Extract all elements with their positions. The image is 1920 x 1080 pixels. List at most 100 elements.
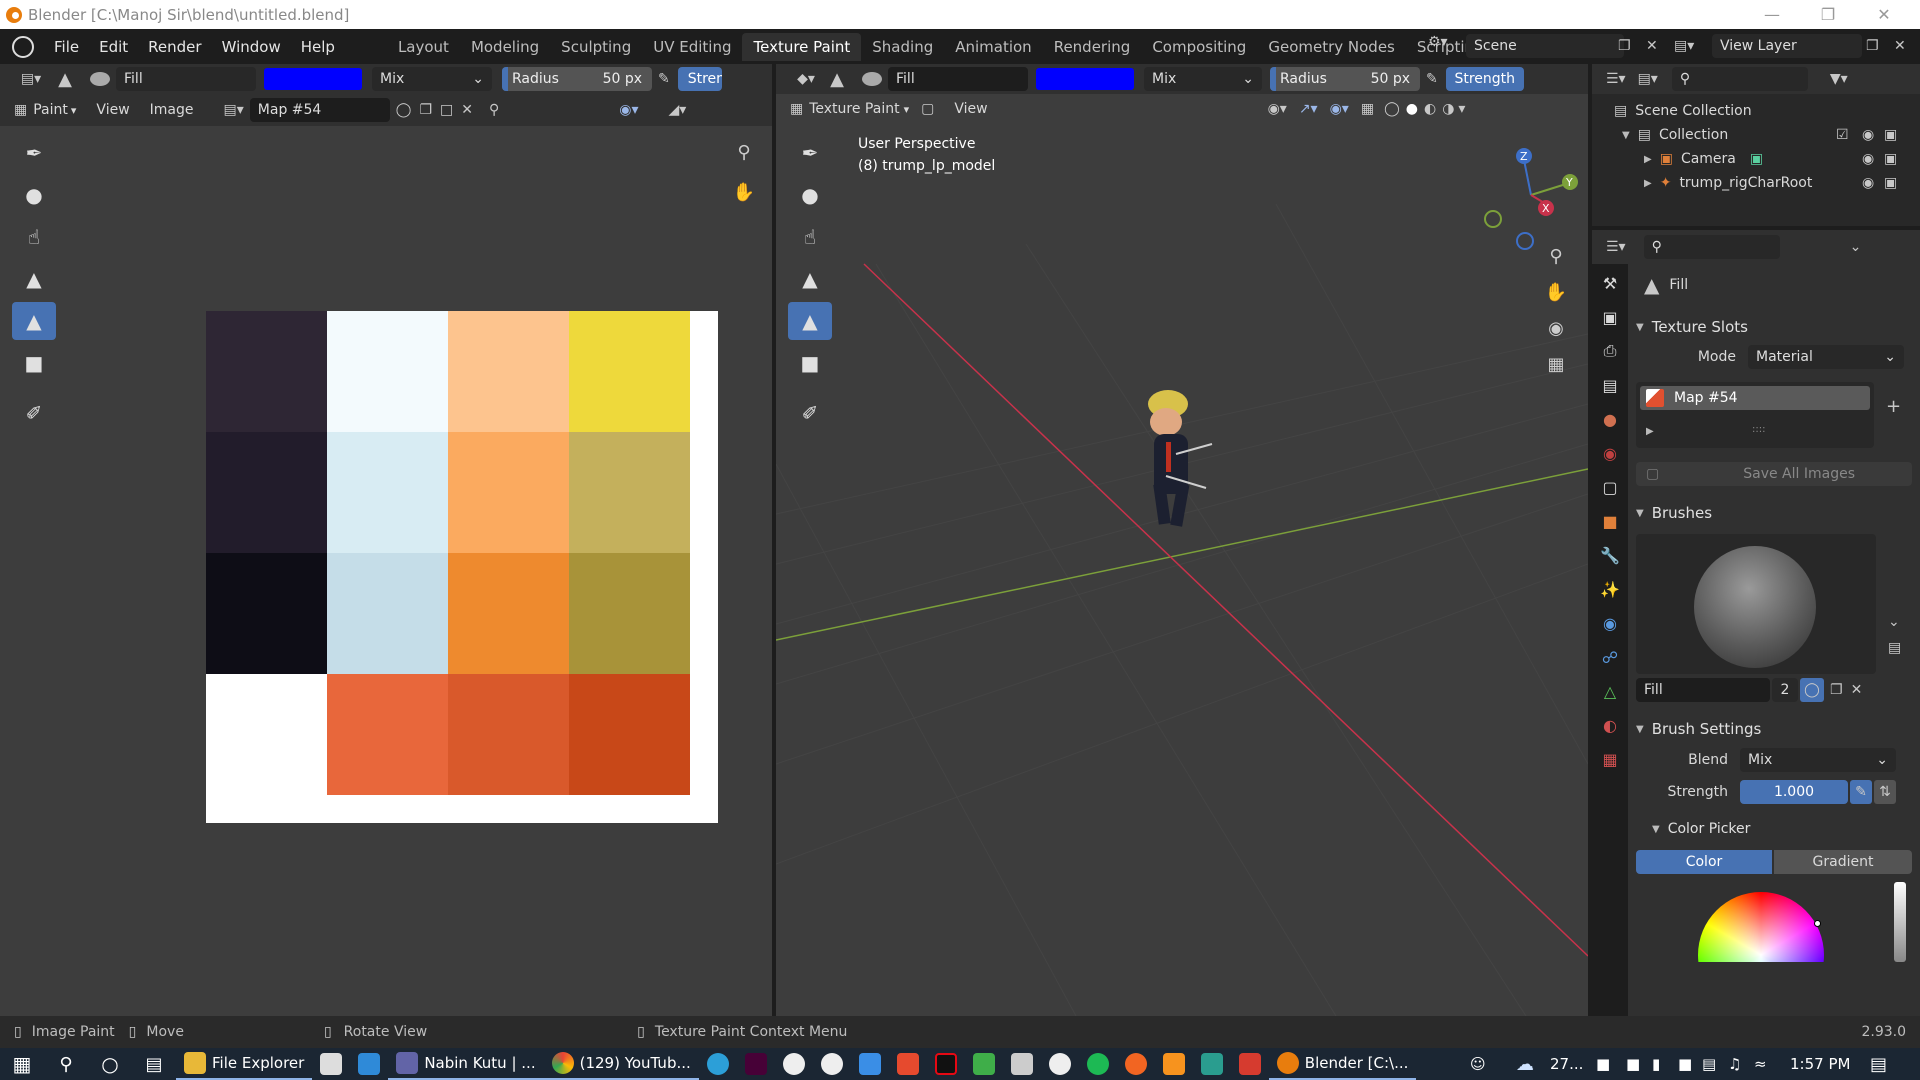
taskbar-app-7[interactable] <box>1117 1048 1155 1080</box>
menu-window[interactable]: Window <box>212 38 291 56</box>
add-slot-icon[interactable]: + <box>1886 396 1901 417</box>
display-channels-icon[interactable]: ◢▾ <box>669 102 687 118</box>
blender-menu-icon[interactable] <box>12 35 34 58</box>
color-picker-panel-header[interactable]: ▼ Color Picker <box>1636 814 1916 844</box>
brush-preview[interactable] <box>1636 534 1876 674</box>
save-all-images-button[interactable]: ▢ Save All Images <box>1636 462 1912 486</box>
menu-file[interactable]: File <box>44 38 89 56</box>
annotate-tool-icon[interactable]: ✐ <box>12 394 56 432</box>
tray-app-icon[interactable]: ■ <box>1626 1055 1640 1073</box>
editor-type-icon[interactable]: ▤▾ <box>12 71 50 87</box>
eye-icon[interactable]: ◉ <box>1862 151 1874 167</box>
taskbar-app-4[interactable] <box>965 1048 1003 1080</box>
collection-tab-icon[interactable]: ▢ <box>1595 472 1625 502</box>
expand-icon[interactable]: ▼ <box>1622 130 1630 141</box>
brush-color-swatch[interactable] <box>1036 68 1134 90</box>
scene-selector-icon[interactable]: ⚙▾ <box>1428 34 1448 50</box>
properties-search-input[interactable]: ⚲ <box>1643 235 1780 259</box>
smear-tool-icon[interactable]: ☝ <box>788 218 832 256</box>
output-tab-icon[interactable]: ⎙ <box>1595 336 1625 366</box>
tray-app-icon[interactable]: ■ <box>1678 1055 1692 1073</box>
outliner-row-rig[interactable]: ▶ ✦ trump_rigCharRoot ◉ ▣ <box>1644 172 1912 194</box>
particles-tab-icon[interactable]: ✨ <box>1595 574 1625 604</box>
camera-render-icon[interactable]: ▣ <box>1884 175 1897 191</box>
people-icon[interactable]: ☺ <box>1470 1055 1486 1073</box>
clone-tool-icon[interactable]: ▲ <box>12 260 56 298</box>
brush-settings-panel-header[interactable]: ▼ Brush Settings <box>1636 714 1916 744</box>
camera-view-icon[interactable]: ◉ <box>1540 312 1572 344</box>
mask-tool-icon[interactable]: ■ <box>788 344 832 382</box>
pan-hand-icon[interactable]: ✋ <box>1540 276 1572 308</box>
delete-scene-icon[interactable]: ✕ <box>1646 38 1658 54</box>
annotate-tool-icon[interactable]: ✐ <box>788 394 832 432</box>
taskbar-store[interactable] <box>312 1048 350 1080</box>
shading-options-icon[interactable]: ▾ <box>1458 101 1465 117</box>
zoom-icon[interactable]: ⚲ <box>728 136 760 168</box>
tab-compositing[interactable]: Compositing <box>1141 33 1257 61</box>
pen-pressure-icon[interactable]: ✎ <box>658 71 670 87</box>
brushes-panel-header[interactable]: ▼ Brushes <box>1636 498 1916 528</box>
unlink-brush-icon[interactable]: ✕ <box>1851 682 1863 698</box>
strength-button[interactable]: Stren <box>677 67 722 91</box>
taskbar-edge[interactable] <box>699 1048 737 1080</box>
open-image-icon[interactable]: □ <box>440 102 453 118</box>
fill-tool-icon[interactable]: ▲ <box>12 302 56 340</box>
menu-view[interactable]: View <box>96 102 129 118</box>
brush-options-chevron-icon[interactable]: ⌄ <box>1888 614 1900 630</box>
outliner-editor-type-icon[interactable]: ☰▾ <box>1606 71 1626 87</box>
tab-texture-paint[interactable]: Texture Paint <box>742 32 862 61</box>
eye-icon[interactable]: ◉ <box>1862 175 1874 191</box>
brush-color-swatch[interactable] <box>264 68 362 90</box>
battery-icon[interactable]: ▮ <box>1652 1055 1660 1073</box>
new-scene-icon[interactable]: ❐ <box>1618 38 1631 54</box>
tab-animation[interactable]: Animation <box>944 33 1042 61</box>
mode-dropdown[interactable]: Material ⌄ <box>1748 345 1904 369</box>
scene-tab-icon[interactable]: ● <box>1595 404 1625 434</box>
close-icon[interactable]: ✕ <box>1856 0 1912 29</box>
fake-user-shield-icon[interactable]: ◯ <box>1800 678 1824 702</box>
brush-name-field[interactable]: Fill <box>888 67 1028 91</box>
outliner-row-camera[interactable]: ▶ ▣ Camera ▣ ◉ ▣ <box>1644 148 1912 170</box>
taskbar-blender[interactable]: Blender [C:\... <box>1268 1048 1417 1080</box>
pan-hand-icon[interactable]: ✋ <box>728 176 760 208</box>
taskbar-app-10[interactable] <box>1231 1048 1269 1080</box>
menu-image[interactable]: Image <box>150 102 194 118</box>
tab-layout[interactable]: Layout <box>387 33 460 61</box>
image-name-field[interactable]: Map #54 <box>249 98 390 122</box>
camera-render-icon[interactable]: ▣ <box>1884 151 1897 167</box>
physics-tab-icon[interactable]: ◉ <box>1595 608 1625 638</box>
weather-temp[interactable]: 27... <box>1550 1055 1583 1073</box>
image-canvas[interactable] <box>206 311 718 823</box>
taskbar-app-6[interactable] <box>1041 1048 1079 1080</box>
tab-shading[interactable]: Shading <box>861 33 944 61</box>
data-tab-icon[interactable]: △ <box>1595 676 1625 706</box>
draw-tool-icon[interactable]: ✒ <box>788 134 832 172</box>
view-layer-field[interactable]: View Layer <box>1712 34 1862 58</box>
navigation-gizmo[interactable]: Z Y X <box>1476 140 1586 250</box>
network-icon[interactable]: ▤ <box>1702 1055 1716 1073</box>
mode-dropdown[interactable]: Paint <box>33 102 68 118</box>
options-chevron-icon[interactable]: ⌄ <box>1850 239 1862 255</box>
character-model[interactable] <box>1126 384 1216 554</box>
duplicate-brush-icon[interactable]: ❐ <box>1830 682 1843 698</box>
radius-slider[interactable]: Radius 50 px <box>502 67 652 91</box>
paint-mask-icon[interactable]: ▢ <box>921 101 934 117</box>
zoom-icon[interactable]: ⚲ <box>1540 240 1572 272</box>
task-view-icon[interactable]: ▤ <box>132 1054 176 1075</box>
solid-shading-icon[interactable]: ● <box>1406 101 1418 117</box>
tab-rendering[interactable]: Rendering <box>1043 33 1142 61</box>
modifier-tab-icon[interactable]: 🔧 <box>1595 540 1625 570</box>
soften-tool-icon[interactable]: ● <box>788 176 832 214</box>
gizmo-toggle-icon[interactable]: ↗▾ <box>1299 101 1318 117</box>
draw-tool-icon[interactable]: ✒ <box>12 134 56 172</box>
eye-icon[interactable]: ◉ <box>1862 127 1874 143</box>
fill-brush-icon[interactable]: ▲ <box>50 69 80 90</box>
strength-pressure-icon[interactable]: ✎ <box>1850 780 1872 804</box>
world-tab-icon[interactable]: ◉ <box>1595 438 1625 468</box>
color-wheel[interactable] <box>1698 892 1824 962</box>
material-tab-icon[interactable]: ◐ <box>1595 710 1625 740</box>
display-mode-icon[interactable]: ▤▾ <box>1638 71 1658 87</box>
checkbox-icon[interactable]: ☑ <box>1836 127 1849 143</box>
brush-image-icon[interactable]: ▤ <box>1888 640 1901 656</box>
taskbar-vscode[interactable] <box>350 1048 388 1080</box>
